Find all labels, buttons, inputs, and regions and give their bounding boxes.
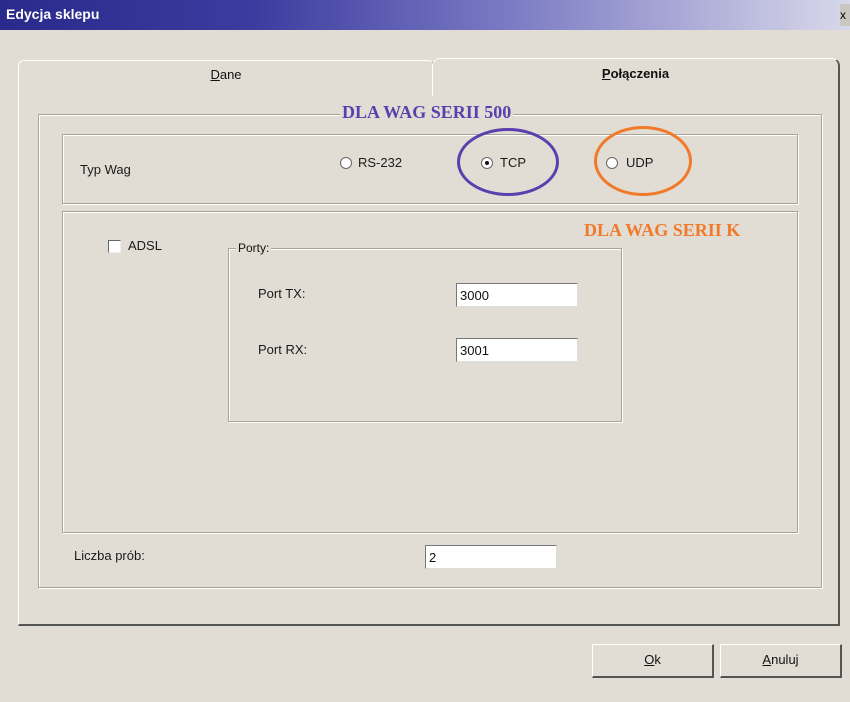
tab-dane-label: ane bbox=[219, 67, 242, 82]
liczba-prob-input[interactable] bbox=[425, 545, 557, 569]
radio-rs232-label[interactable]: RS-232 bbox=[358, 155, 402, 170]
port-rx-label: Port RX: bbox=[258, 342, 308, 357]
ok-label: k bbox=[654, 652, 661, 667]
window-title: Edycja sklepu bbox=[6, 6, 100, 22]
ok-button[interactable]: Ok bbox=[592, 644, 714, 678]
porty-legend: Porty: bbox=[236, 241, 272, 255]
port-tx-input[interactable] bbox=[456, 283, 578, 307]
udp-highlight-circle bbox=[594, 126, 692, 196]
anuluj-button[interactable]: Anuluj bbox=[720, 644, 842, 678]
annotation-serii-k: DLA WAG SERII K bbox=[584, 220, 741, 240]
port-tx-label: Port TX: bbox=[258, 286, 306, 301]
tcp-highlight-circle bbox=[457, 128, 559, 196]
ok-accel: O bbox=[644, 652, 655, 667]
tab-polaczenia-label: ołączenia bbox=[610, 66, 670, 81]
liczba-prob-label: Liczba prób: bbox=[74, 548, 145, 563]
tab-polaczenia[interactable]: Połączenia bbox=[432, 58, 840, 96]
tab-polaczenia-accel: P bbox=[601, 66, 611, 81]
dialog-window: Edycja sklepu x Dane Połączenia DLA WAG … bbox=[0, 0, 850, 702]
anuluj-accel: A bbox=[762, 652, 772, 667]
port-rx-input[interactable] bbox=[456, 338, 578, 362]
adsl-label[interactable]: ADSL bbox=[128, 238, 162, 253]
porty-group bbox=[228, 248, 622, 422]
close-icon[interactable]: x bbox=[840, 4, 850, 26]
adsl-checkbox-icon[interactable] bbox=[108, 240, 121, 253]
anuluj-label: nuluj bbox=[771, 652, 799, 667]
radio-rs232-icon[interactable] bbox=[340, 157, 352, 169]
typ-wag-label: Typ Wag bbox=[80, 162, 131, 177]
title-bar[interactable]: Edycja sklepu x bbox=[0, 0, 850, 30]
tab-dane-accel: D bbox=[210, 67, 220, 82]
tab-dane[interactable]: Dane bbox=[18, 60, 434, 94]
annotation-serii-500: DLA WAG SERII 500 bbox=[340, 102, 514, 123]
